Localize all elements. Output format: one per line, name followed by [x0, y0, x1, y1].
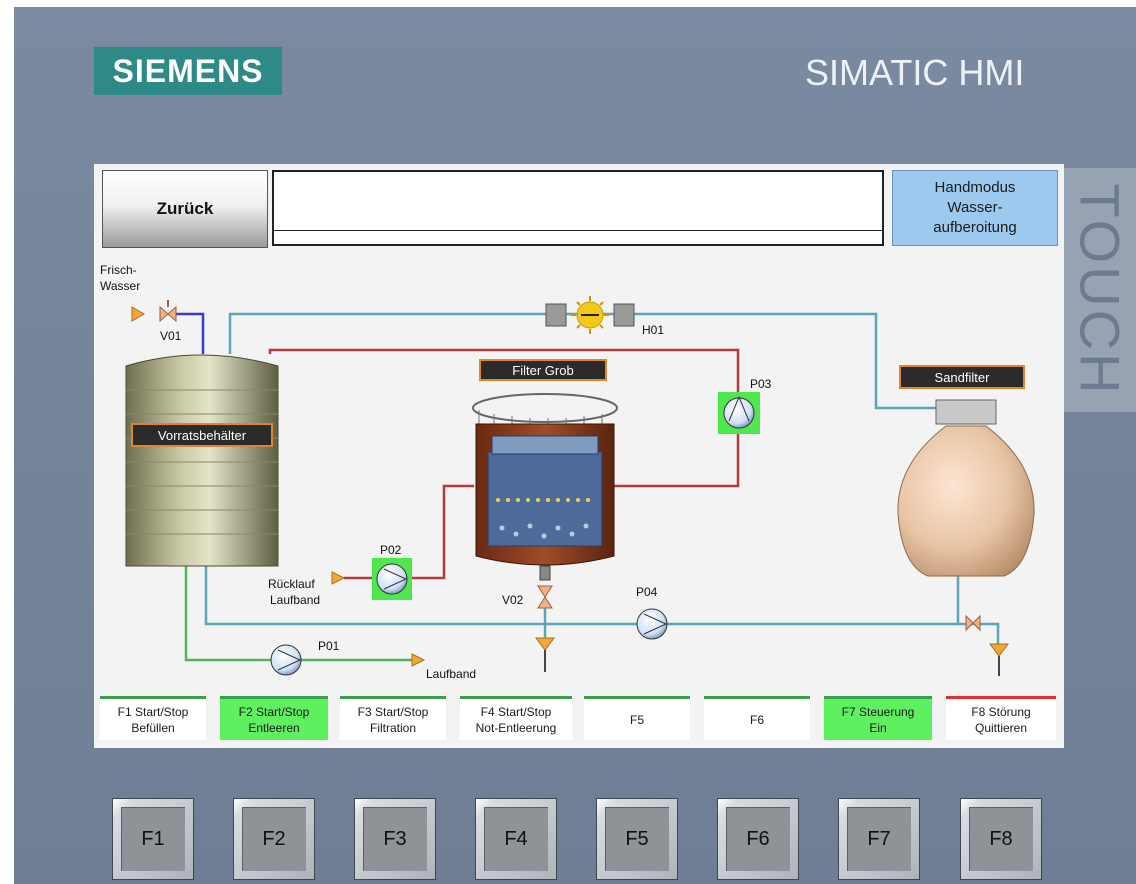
function-button-f7[interactable]: F7 Steuerung Ein — [824, 696, 932, 740]
pump-p04[interactable]: P04 — [636, 585, 668, 640]
hardware-key-f7[interactable]: F7 — [838, 798, 920, 880]
filter-grob-tag: Filter Grob — [512, 363, 573, 378]
hardware-key-f3[interactable]: F3 — [354, 798, 436, 880]
v02-label: V02 — [502, 593, 524, 607]
hmi-screen: Zurück Handmodus Wasser- aufberoitung Fr… — [94, 164, 1064, 748]
h01-label: H01 — [642, 323, 664, 337]
f3-line2: Filtration — [369, 720, 416, 735]
sandfilter-tag: Sandfilter — [935, 370, 991, 385]
frisch-label: Frisch- — [100, 263, 137, 277]
laufband-outlet: Laufband — [411, 653, 476, 681]
p02-label: P02 — [380, 543, 402, 557]
valve-drain-right[interactable] — [965, 614, 981, 632]
vorratsbehaelter-tag: Vorratsbehälter — [158, 428, 247, 443]
hardware-key-f6[interactable]: F6 — [717, 798, 799, 880]
p04-label: P04 — [636, 585, 658, 599]
drain-v02 — [535, 608, 555, 672]
f7-line1: F7 Steuerung — [841, 704, 915, 719]
f2-line1: F2 Start/Stop — [238, 704, 310, 719]
f4-line1: F4 Start/Stop — [480, 704, 552, 719]
function-button-f2[interactable]: F2 Start/Stop Entleeren — [220, 696, 328, 740]
f8-line2: Quittieren — [974, 720, 1028, 735]
ruecklauf-label: Rücklauf — [268, 577, 315, 591]
function-button-f6[interactable]: F6 — [704, 696, 810, 740]
v01-label: V01 — [160, 329, 182, 343]
laufband-left-label: Laufband — [270, 593, 320, 607]
model-name: SIMATIC HMI — [805, 52, 1025, 93]
f1-line1: F1 Start/Stop — [117, 704, 189, 719]
pump-p03[interactable]: P03 — [718, 377, 772, 434]
f6-line1: F6 — [749, 712, 764, 727]
hardware-key-f2[interactable]: F2 — [233, 798, 315, 880]
sand-filter: Sandfilter — [897, 365, 1035, 577]
f4-line2: Not-Entleerung — [475, 720, 557, 735]
hardware-key-f4[interactable]: F4 — [475, 798, 557, 880]
storage-tank: Vorratsbehälter — [125, 354, 279, 567]
laufband-right-label: Laufband — [426, 667, 476, 681]
hardware-key-f1[interactable]: F1 — [112, 798, 194, 880]
heater-h01[interactable]: H01 — [545, 296, 664, 337]
wasser-label: Wasser — [100, 279, 140, 293]
function-button-f3[interactable]: F3 Start/Stop Filtration — [340, 696, 446, 740]
p03-label: P03 — [750, 377, 772, 391]
drain-right — [989, 643, 1009, 676]
f2-line2: Entleeren — [248, 720, 300, 735]
fresh-water-inlet: Frisch- Wasser — [100, 263, 145, 322]
f7-line2: Ein — [869, 720, 887, 735]
pump-p02[interactable]: P02 — [372, 543, 412, 600]
valve-v01[interactable]: V01 — [159, 300, 182, 343]
function-button-f4[interactable]: F4 Start/Stop Not-Entleerung — [460, 696, 572, 740]
siemens-logo: SIEMENS — [94, 47, 282, 95]
process-diagram: Frisch- Wasser V01 H01 Vorratsbehälter F… — [100, 263, 1035, 681]
touch-label: TOUCH — [1064, 168, 1136, 412]
f5-line1: F5 — [629, 712, 644, 727]
hardware-key-f5[interactable]: F5 — [596, 798, 678, 880]
f1-line2: Befüllen — [131, 720, 175, 735]
f8-line1: F8 Störung — [971, 704, 1031, 719]
pump-p01[interactable]: P01 — [270, 639, 340, 676]
ruecklauf-inlet: Rücklauf Laufband — [268, 571, 346, 607]
valve-v02[interactable]: V02 — [502, 585, 553, 609]
function-button-f1[interactable]: F1 Start/Stop Befüllen — [100, 696, 206, 740]
coarse-filter: Filter Grob — [472, 359, 618, 581]
function-button-f5[interactable]: F5 — [584, 696, 690, 740]
function-button-f8[interactable]: F8 Störung Quittieren — [946, 696, 1056, 740]
hardware-key-f8[interactable]: F8 — [960, 798, 1042, 880]
f3-line1: F3 Start/Stop — [357, 704, 429, 719]
p01-label: P01 — [318, 639, 340, 653]
